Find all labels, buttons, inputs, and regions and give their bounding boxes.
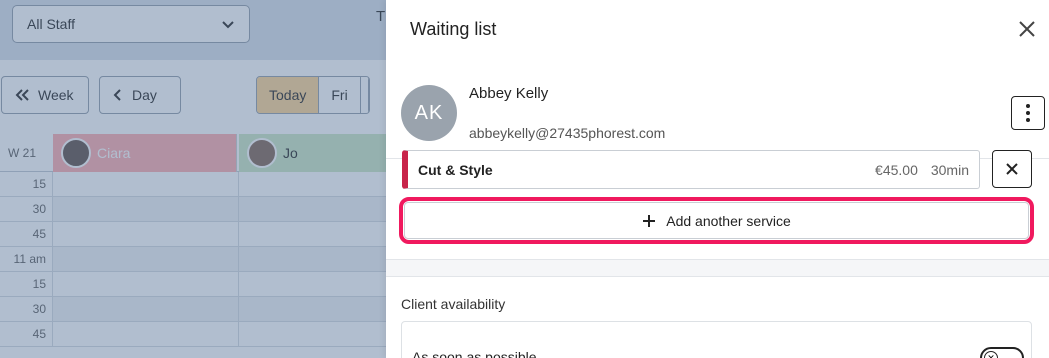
more-vertical-icon (1026, 104, 1030, 122)
remove-service-button[interactable] (992, 150, 1032, 188)
client-avatar: AK (401, 85, 457, 141)
service-duration: 30min (930, 161, 969, 178)
client-email: abbeykelly@27435phorest.com (469, 125, 666, 141)
section-separator (386, 259, 1049, 277)
service-card[interactable]: Cut & Style €45.00 30min (402, 150, 980, 189)
asap-toggle[interactable]: ✕ (980, 347, 1024, 358)
plus-icon (643, 214, 656, 227)
calendar-background: All Staff T Week Day Today Fri W 21 Ciar… (0, 0, 386, 358)
client-availability-title: Client availability (401, 296, 506, 312)
availability-card: As soon as possible ✕ (401, 321, 1032, 358)
modal-backdrop[interactable] (0, 0, 386, 358)
close-icon[interactable] (1016, 18, 1038, 40)
add-another-service-button[interactable]: Add another service (404, 202, 1029, 239)
asap-label: As soon as possible (412, 349, 537, 358)
panel-title: Waiting list (410, 19, 497, 39)
waiting-list-panel: Waiting list AK Abbey Kelly abbeykelly@2… (386, 0, 1049, 358)
service-price: €45.00 (875, 161, 918, 178)
more-options-button[interactable] (1011, 96, 1045, 130)
client-name: Abbey Kelly (469, 85, 549, 102)
close-icon (1006, 163, 1018, 175)
service-name: Cut & Style (418, 161, 493, 178)
toggle-off-icon: ✕ (984, 351, 998, 358)
add-another-service-label: Add another service (666, 212, 791, 229)
